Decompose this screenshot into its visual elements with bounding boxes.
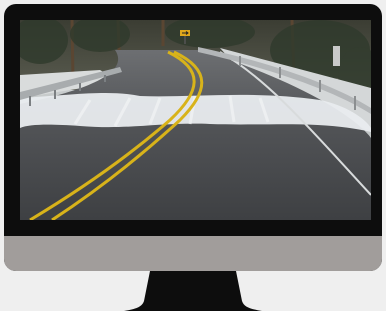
- road-photo: [20, 20, 371, 220]
- monitor-stand: [124, 271, 262, 311]
- roadside-post: [333, 46, 340, 66]
- monitor-screen: [20, 20, 371, 220]
- monitor-chin: [4, 236, 382, 271]
- monitor-illustration: [0, 0, 386, 311]
